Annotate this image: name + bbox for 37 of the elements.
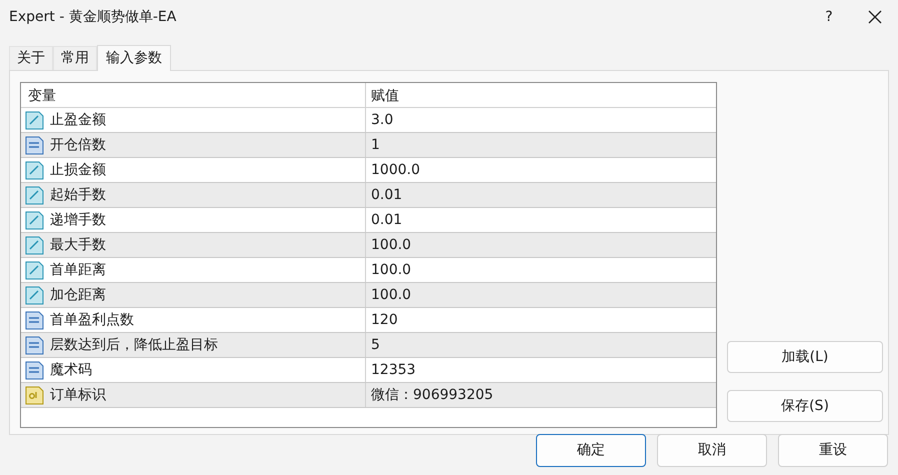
parameter-value[interactable]: 0.01 bbox=[366, 208, 716, 232]
help-button[interactable]: ? bbox=[806, 0, 852, 34]
parameter-value[interactable]: 120 bbox=[366, 308, 716, 332]
parameter-value[interactable]: 5 bbox=[366, 333, 716, 357]
dialog-button[interactable]: 取消 bbox=[657, 434, 767, 467]
side-button[interactable]: 加载(L) bbox=[727, 341, 883, 373]
parameter-value[interactable]: 100.0 bbox=[366, 233, 716, 257]
column-header[interactable]: 赋值 bbox=[366, 83, 716, 107]
close-icon bbox=[868, 10, 882, 24]
parameter-value[interactable]: 0.01 bbox=[366, 183, 716, 207]
window-title: Expert - 黄金顺势做单-EA bbox=[9, 8, 176, 26]
tab[interactable]: 常用 bbox=[53, 46, 97, 70]
parameter-name: 订单标识 bbox=[50, 386, 106, 404]
parameter-value[interactable]: 12353 bbox=[366, 358, 716, 382]
parameter-value[interactable]: 100.0 bbox=[366, 283, 716, 307]
parameter-value[interactable]: 3.0 bbox=[366, 108, 716, 132]
column-header[interactable]: 变量 bbox=[21, 83, 366, 107]
dialog-button[interactable]: 重设 bbox=[778, 434, 888, 467]
parameter-value[interactable]: 微信：906993205 bbox=[366, 383, 716, 407]
tab[interactable]: 关于 bbox=[9, 46, 53, 70]
parameter-name: 止盈金额 bbox=[50, 110, 106, 130]
tab[interactable]: 输入参数 bbox=[97, 45, 171, 71]
parameter-name: 递增手数 bbox=[50, 210, 106, 230]
parameter-name: 开仓倍数 bbox=[50, 136, 106, 154]
parameter-name: 起始手数 bbox=[50, 186, 106, 204]
parameter-value[interactable]: 1000.0 bbox=[366, 158, 716, 182]
parameter-value[interactable]: 1 bbox=[366, 133, 716, 157]
parameter-name: 首单距离 bbox=[50, 260, 106, 280]
parameter-name: 魔术码 bbox=[50, 360, 92, 380]
parameter-name: 层数达到后，降低止盈目标 bbox=[50, 336, 218, 354]
parameter-name: 加仓距离 bbox=[50, 286, 106, 304]
parameter-value[interactable]: 100.0 bbox=[366, 258, 716, 282]
parameter-name: 止损金额 bbox=[50, 160, 106, 180]
parameter-name: 最大手数 bbox=[50, 236, 106, 254]
dialog-button[interactable]: 确定 bbox=[536, 434, 646, 467]
parameter-name: 首单盈利点数 bbox=[50, 310, 134, 330]
side-button[interactable]: 保存(S) bbox=[727, 390, 883, 422]
